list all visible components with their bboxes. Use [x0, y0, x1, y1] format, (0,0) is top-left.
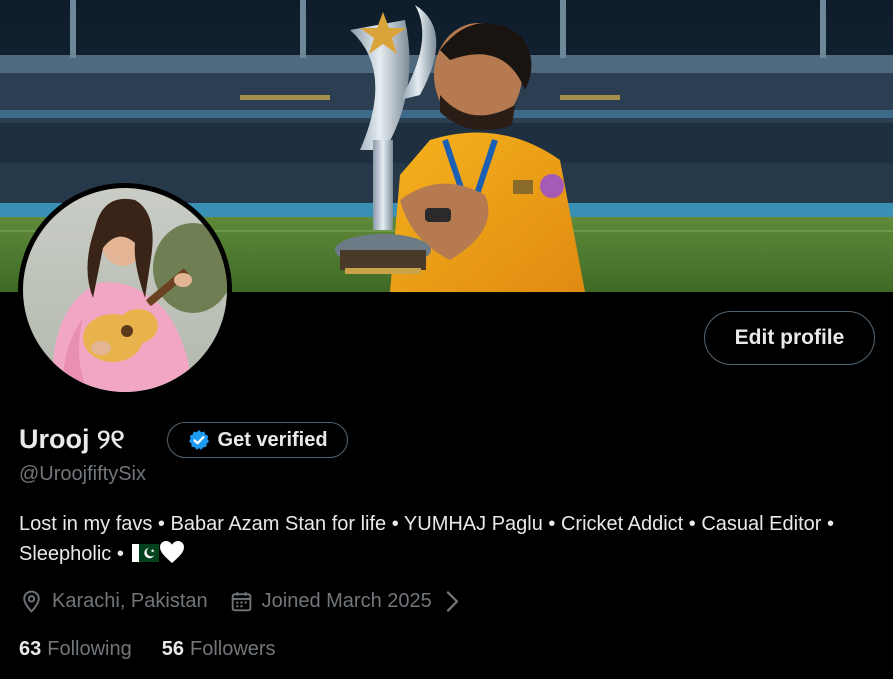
location-text: Karachi, Pakistan: [52, 589, 208, 612]
avatar-image: [23, 188, 227, 392]
following-link[interactable]: 63 Following: [19, 638, 132, 661]
white-heart-emoji: [160, 541, 185, 563]
profile-meta: Karachi, Pakistan Joined March 2025: [19, 586, 473, 616]
followers-label: Followers: [189, 637, 276, 660]
joined-text: Joined March 2025: [261, 589, 432, 612]
following-count: 63: [19, 637, 42, 660]
calendar-icon: [231, 591, 251, 611]
verified-badge-icon: [188, 430, 209, 450]
edit-profile-button[interactable]: Edit profile: [704, 311, 875, 365]
display-name: Urooj ୨୧: [19, 424, 125, 454]
joined-item[interactable]: Joined March 2025: [229, 589, 473, 614]
pakistan-flag-emoji: [132, 544, 160, 562]
followers-link[interactable]: 56 Followers: [162, 638, 276, 661]
profile-bio: Lost in my favs • Babar Azam Stan for li…: [19, 509, 879, 569]
user-handle: @UroojfiftySix: [19, 463, 146, 485]
get-verified-button[interactable]: Get verified: [166, 422, 348, 458]
followers-count: 56: [161, 637, 184, 660]
profile-avatar[interactable]: [18, 183, 232, 397]
following-label: Following: [47, 637, 132, 660]
name-row: Urooj ୨୧ Get verified: [19, 421, 348, 459]
location-item: Karachi, Pakistan: [19, 589, 208, 614]
follow-counts: 63 Following 56 Followers: [19, 634, 276, 664]
chevron-right-icon[interactable]: [440, 589, 465, 614]
get-verified-label: Get verified: [217, 428, 328, 451]
location-pin-icon: [23, 590, 40, 613]
